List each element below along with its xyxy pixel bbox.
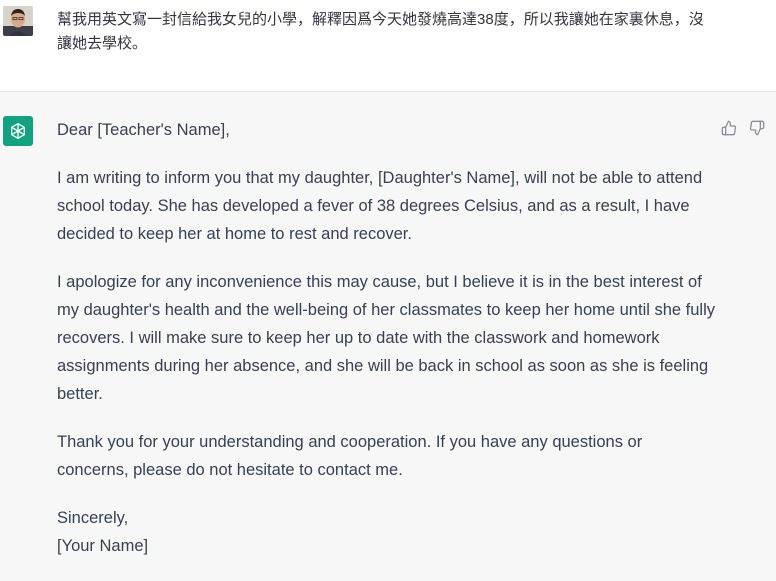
letter-paragraph: I am writing to inform you that my daugh… [57, 169, 703, 243]
assistant-message: Dear [Teacher's Name], I am writing to i… [0, 92, 776, 581]
thumbs-down-icon [749, 120, 765, 136]
openai-logo-icon [11, 123, 26, 139]
user-message: 幫我用英文寫一封信給我女兒的小學，解釋因爲今天她發燒高達38度，所以我讓她在家裏… [0, 0, 776, 92]
user-message-text: 幫我用英文寫一封信給我女兒的小學，解釋因爲今天她發燒高達38度，所以我讓她在家裏… [57, 11, 704, 52]
letter-signature: [Your Name] [57, 537, 149, 555]
feedback-buttons [720, 119, 766, 137]
thumbs-up-icon [721, 120, 737, 136]
letter-closing-line: Sincerely, [57, 509, 129, 527]
letter-closing: Sincerely, [Your Name] [57, 504, 717, 560]
assistant-message-text: Dear [Teacher's Name], I am writing to i… [57, 116, 717, 560]
thumbs-down-button[interactable] [748, 119, 766, 137]
letter-salutation: Dear [Teacher's Name], [57, 121, 230, 139]
user-avatar-photo [3, 6, 33, 36]
letter-paragraph: Thank you for your understanding and coo… [57, 433, 643, 479]
letter-paragraph: I apologize for any inconvenience this m… [57, 273, 716, 403]
user-avatar [3, 6, 33, 36]
assistant-avatar [3, 116, 33, 146]
thumbs-up-button[interactable] [720, 119, 738, 137]
